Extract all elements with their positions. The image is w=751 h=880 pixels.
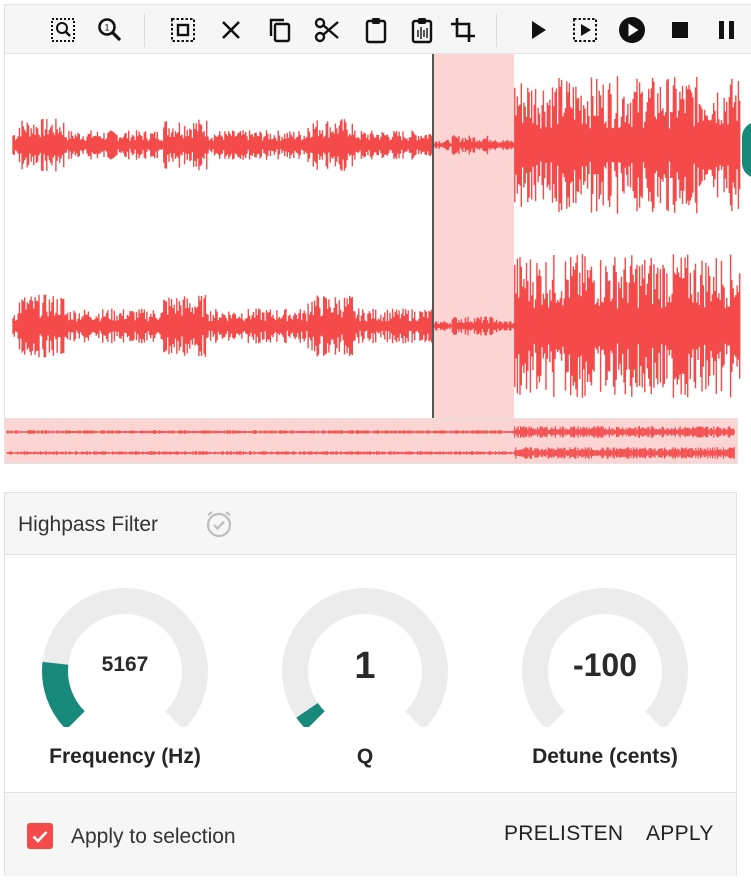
- crop-icon[interactable]: [447, 14, 479, 46]
- q-value: 1: [354, 645, 376, 687]
- right-channel-waveform: [12, 254, 741, 398]
- timer-check-icon[interactable]: [204, 509, 234, 539]
- paste-icon[interactable]: [360, 14, 392, 46]
- detune-knob[interactable]: -100: [521, 587, 689, 727]
- zoom-reset-icon[interactable]: 1: [94, 14, 126, 46]
- frequency-value: 5167: [101, 653, 149, 676]
- waveform-overview[interactable]: [4, 418, 738, 464]
- frequency-label: Frequency (Hz): [49, 745, 201, 768]
- paste-mix-icon[interactable]: [406, 14, 438, 46]
- selection-region: [433, 54, 514, 418]
- apply-to-selection-checkbox[interactable]: [27, 823, 53, 849]
- zoom-selection-icon[interactable]: [47, 14, 79, 46]
- svg-text:1: 1: [104, 23, 109, 33]
- waveform-view[interactable]: [4, 54, 751, 418]
- copy-icon[interactable]: [264, 14, 296, 46]
- frequency-knob[interactable]: 5167: [41, 587, 209, 727]
- stop-icon[interactable]: [664, 14, 696, 46]
- overview-canvas[interactable]: [5, 419, 737, 463]
- checkmark-icon: [32, 831, 48, 843]
- left-channel-waveform: [12, 76, 741, 214]
- apply-to-selection-label[interactable]: Apply to selection: [71, 825, 236, 849]
- pause-icon[interactable]: [710, 14, 742, 46]
- clear-icon[interactable]: [215, 14, 247, 46]
- waveform-canvas[interactable]: [5, 54, 751, 418]
- knob-value-arc: [296, 702, 325, 727]
- effect-panel: Highpass Filter 5167 Frequency (Hz) 1 Q …: [4, 492, 737, 876]
- toolbar-divider: [144, 13, 145, 47]
- select-all-icon[interactable]: [167, 14, 199, 46]
- effect-title: Highpass Filter: [18, 513, 159, 536]
- effect-panel-header: Highpass Filter: [5, 493, 736, 555]
- apply-button[interactable]: APPLY: [646, 822, 714, 846]
- cut-icon[interactable]: [311, 14, 343, 46]
- floating-action-button[interactable]: [742, 122, 751, 178]
- play-circle-icon[interactable]: [616, 14, 648, 46]
- prelisten-button[interactable]: PRELISTEN: [504, 822, 623, 846]
- play-icon[interactable]: [522, 14, 554, 46]
- editor-toolbar: 1: [4, 4, 751, 54]
- play-selection-icon[interactable]: [569, 14, 601, 46]
- q-knob[interactable]: 1: [281, 587, 449, 727]
- q-label: Q: [356, 745, 374, 768]
- toolbar-divider: [496, 13, 497, 47]
- detune-value: -100: [572, 647, 638, 683]
- detune-label: Detune (cents): [532, 745, 678, 768]
- effect-panel-footer: Apply to selection PRELISTEN APPLY: [5, 792, 736, 876]
